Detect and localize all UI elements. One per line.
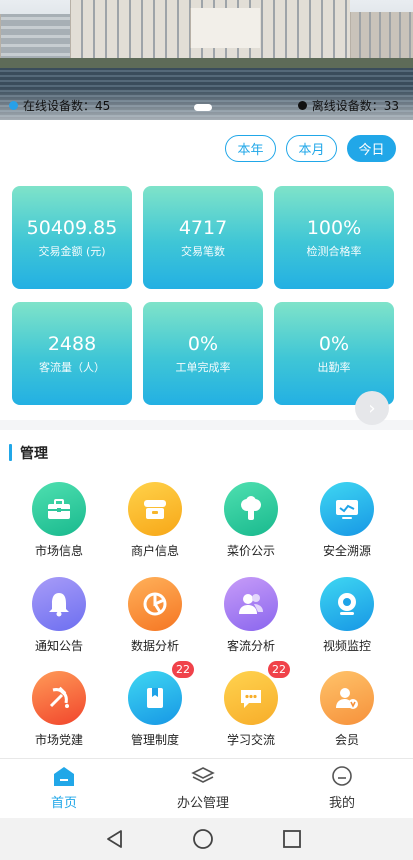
tab-label: 首页 [50,796,77,811]
grid-item-label: 学习交流 [226,733,275,747]
notification-badge: 22 [268,661,290,678]
metric-value: 4717 [178,216,228,239]
grid-item-learning-exchange[interactable]: 22 学习交流 [201,661,301,751]
grid-item-label: 客流分析 [226,639,275,653]
profile-icon [332,766,352,786]
grid-item-vegetable-price[interactable]: 菜价公示 [201,482,301,562]
bell-icon [32,577,86,631]
home-circle-icon[interactable] [191,827,215,851]
tab-label: 我的 [328,796,355,811]
layers-icon [191,767,215,783]
metric-transaction-count[interactable]: 4717 交易笔数 [143,186,263,289]
banner-building [350,12,413,62]
grid-item-label: 数据分析 [130,639,179,653]
grid-item-label: 市场党建 [34,733,83,747]
online-device-count: 在线设备数：45 [9,97,110,114]
banner-shore [0,58,413,68]
offline-dot-icon [297,101,307,110]
back-icon[interactable] [103,827,127,851]
grid-item-label: 管理制度 [130,733,179,747]
online-device-label: 在线设备数：45 [23,99,111,113]
tab-home[interactable]: 首页 [14,765,114,811]
grid-item-visitor-analysis[interactable]: 客流分析 [201,577,301,657]
chat-icon: 22 [224,661,290,725]
grid-item-market-info[interactable]: 市场信息 [9,482,109,562]
tab-office-management[interactable]: 办公管理 [153,765,253,811]
metric-label: 工单完成率 [175,360,231,374]
metric-inspection-pass-rate[interactable]: 100% 检测合格率 [274,186,394,289]
offline-device-count: 离线设备数：33 [297,97,399,114]
grid-item-safety-trace[interactable]: 安全溯源 [297,482,397,562]
metric-value: 2488 [47,332,97,355]
store-icon [128,482,182,536]
section-title: 管理 [9,444,48,462]
period-month-button[interactable]: 本月 [286,135,337,162]
grid-item-label: 安全溯源 [322,544,371,558]
banner-building [0,14,70,62]
carousel-indicator[interactable] [194,104,212,111]
grid-item-management-rules[interactable]: 22 管理制度 [105,661,205,751]
notification-badge: 22 [172,661,194,678]
member-icon [320,671,374,725]
grid-item-label: 通知公告 [34,639,83,653]
metric-value: 100% [306,216,362,239]
bottom-tab-bar: 首页 办公管理 我的 [0,758,413,818]
metric-value: 0% [187,332,219,355]
period-today-button[interactable]: 今日 [347,135,396,162]
metric-value: 50409.85 [26,216,118,239]
section-title-text: 管理 [20,445,48,462]
online-dot-icon [9,101,18,110]
grid-item-party-building[interactable]: 市场党建 [9,671,109,751]
grid-item-video-monitoring[interactable]: 视频监控 [297,577,397,657]
tab-label: 办公管理 [176,796,229,811]
metric-attendance-rate[interactable]: 0% 出勤率 [274,302,394,405]
metric-visitor-flow[interactable]: 2488 客流量（人） [12,302,132,405]
grid-item-member[interactable]: 会员 [297,671,397,751]
home-icon [54,767,74,786]
tab-mine[interactable]: 我的 [292,765,392,811]
users-icon [224,577,278,631]
pie-chart-icon [128,577,182,631]
metric-label: 出勤率 [317,360,351,374]
offline-device-label: 离线设备数：33 [311,99,399,113]
camera-icon [320,577,374,631]
metric-work-order-completion[interactable]: 0% 工单完成率 [143,302,263,405]
metric-label: 交易金额 (元) [38,244,106,258]
metric-label: 检测合格率 [306,244,362,258]
hammer-sickle-icon [32,671,86,725]
section-title-bar [9,444,12,461]
metric-transaction-amount[interactable]: 50409.85 交易金额 (元) [12,186,132,289]
metric-value: 0% [318,332,350,355]
grid-item-data-analysis[interactable]: 数据分析 [105,577,205,657]
period-year-button[interactable]: 本年 [225,135,276,162]
grid-item-label: 视频监控 [322,639,371,653]
metric-label: 客流量（人） [39,360,105,374]
monitor-icon [320,482,374,536]
grid-item-notice[interactable]: 通知公告 [9,577,109,657]
grid-item-label: 菜价公示 [226,544,275,558]
book-icon: 22 [128,661,194,725]
system-navigation-bar [0,818,413,860]
grid-item-label: 商户信息 [130,544,179,558]
grid-item-label: 市场信息 [34,544,83,558]
grid-item-merchant-info[interactable]: 商户信息 [105,482,205,562]
recent-apps-icon[interactable] [280,827,304,851]
vegetable-icon [224,482,278,536]
banner-building [190,8,260,48]
metric-label: 交易笔数 [181,244,225,258]
grid-item-label: 会员 [334,733,359,747]
chevron-right-icon[interactable]: › [355,391,389,425]
toolbox-icon [32,482,86,536]
